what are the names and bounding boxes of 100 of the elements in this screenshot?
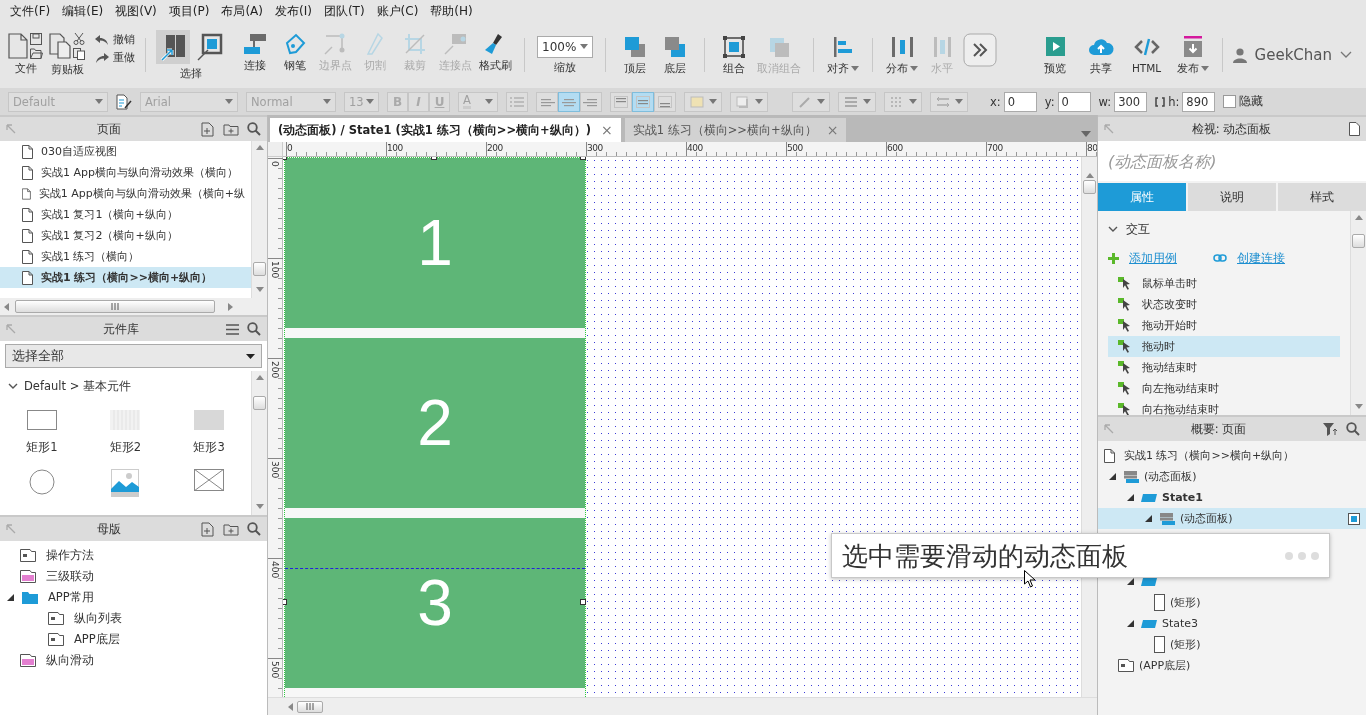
add-folder-icon[interactable] <box>223 522 239 536</box>
add-page-icon[interactable] <box>201 521 215 537</box>
image-icon[interactable] <box>111 469 140 497</box>
clipboard-button[interactable]: 剪贴板 <box>47 31 87 79</box>
scrollbar-thumb[interactable] <box>253 396 266 410</box>
rectangle-icon[interactable] <box>26 410 57 430</box>
expanded-triangle-icon[interactable] <box>6 594 14 601</box>
vertical-align-button[interactable] <box>654 91 676 112</box>
menu-icon[interactable] <box>226 323 239 335</box>
event-item[interactable]: 状态改变时 <box>1108 294 1340 315</box>
front-button[interactable]: 顶层 <box>616 32 654 78</box>
back-button[interactable]: 底层 <box>656 32 694 78</box>
event-item[interactable]: 拖动时 <box>1108 336 1340 357</box>
selected-row[interactable]: (动态面板) <box>1098 508 1366 529</box>
master-item[interactable]: 三级联动 <box>46 569 94 584</box>
menu-item[interactable]: 布局(A) <box>215 2 269 20</box>
inspector-tab[interactable]: 说明 <box>1188 183 1276 211</box>
filter-icon[interactable] <box>1323 422 1338 436</box>
page-item[interactable]: 实战1 App横向与纵向滑动效果（横向） <box>0 162 251 183</box>
scroll-down-icon[interactable] <box>255 287 264 292</box>
scroll-right-icon[interactable] <box>228 302 233 311</box>
page-item[interactable]: 实战1 练习（横向>>横向+纵向） <box>0 267 251 288</box>
scroll-down-icon[interactable] <box>1354 404 1363 409</box>
page-item[interactable]: 实战1 练习（横向） <box>0 246 251 267</box>
page-item[interactable]: 030自适应视图 <box>0 141 251 162</box>
collapse-icon[interactable] <box>1104 424 1114 434</box>
library-dropdown[interactable]: 选择全部 <box>5 344 262 368</box>
add-page-icon[interactable] <box>201 121 215 137</box>
circle-icon[interactable] <box>28 469 55 495</box>
user-menu[interactable]: GeekChan <box>1232 46 1360 64</box>
share-button[interactable]: 共享 <box>1081 32 1120 78</box>
close-button[interactable]: × <box>601 122 613 138</box>
scrollbar-thumb[interactable] <box>1083 180 1096 194</box>
undo-button[interactable]: 撤销 <box>95 33 135 47</box>
arrow-style-dropdown[interactable] <box>930 91 968 112</box>
line-color-dropdown[interactable] <box>792 91 830 112</box>
chevron-down-icon[interactable] <box>1108 225 1118 233</box>
name-field[interactable]: (动态面板名称) <box>1098 141 1366 181</box>
page-item[interactable]: 实战1 App横向与纵向滑动效果（横向+纵 <box>0 183 251 204</box>
outline-item[interactable]: State1 <box>1162 491 1203 504</box>
number-field[interactable]: 0 <box>1057 91 1091 112</box>
line-style-dropdown[interactable] <box>884 91 922 112</box>
text-align-button[interactable] <box>536 91 558 112</box>
checkbox[interactable] <box>1223 95 1237 108</box>
select-mode-button[interactable] <box>156 29 190 64</box>
scrollbar-thumb[interactable] <box>15 300 215 313</box>
resize-handle[interactable] <box>580 599 586 605</box>
outline-item[interactable]: (动态面板) <box>1180 511 1233 526</box>
scroll-down-icon[interactable] <box>255 504 264 509</box>
connect-button[interactable]: 连接 <box>236 29 274 75</box>
brush-button[interactable]: 格式刷 <box>476 29 514 75</box>
event-item[interactable]: 鼠标单击时 <box>1108 273 1340 294</box>
search-icon[interactable] <box>247 122 261 136</box>
menu-item[interactable]: 帮助(H) <box>424 2 479 20</box>
line-width-dropdown[interactable] <box>838 91 876 112</box>
document-tab[interactable]: 实战1 练习（横向>>横向+纵向） × <box>624 118 847 142</box>
add-folder-icon[interactable] <box>223 122 239 136</box>
page-item[interactable]: 实战1 复习1（横向+纵向） <box>0 204 251 225</box>
placeholder-icon[interactable] <box>194 469 225 491</box>
shadow-dropdown[interactable] <box>730 91 768 112</box>
chevron-down-icon[interactable] <box>8 383 18 390</box>
number-field[interactable]: 890 <box>1182 91 1216 112</box>
redo-button[interactable]: 重做 <box>95 51 135 65</box>
group-button[interactable]: 组合 <box>715 32 753 78</box>
collapse-icon[interactable] <box>6 524 16 534</box>
search-icon[interactable] <box>1346 422 1360 436</box>
search-icon[interactable] <box>247 522 261 536</box>
expanded-triangle-icon[interactable] <box>1126 494 1134 501</box>
collapse-icon[interactable] <box>1104 124 1114 134</box>
outline-item[interactable]: (APP底层) <box>1139 658 1191 673</box>
zoom-dropdown[interactable]: 100% <box>537 35 593 58</box>
vertical-align-button[interactable] <box>632 91 654 112</box>
scroll-left-icon[interactable] <box>4 302 9 311</box>
event-item[interactable]: 拖动结束时 <box>1108 357 1340 378</box>
page-icon[interactable] <box>1349 122 1360 136</box>
master-item[interactable]: 纵向列表 <box>74 611 122 626</box>
scrollbar-thumb[interactable] <box>253 262 266 276</box>
expanded-triangle-icon[interactable] <box>1126 620 1134 627</box>
search-icon[interactable] <box>247 322 261 336</box>
distribute-button[interactable]: 分布 <box>883 32 921 78</box>
align-button[interactable]: 对齐 <box>824 32 862 78</box>
master-item[interactable]: 操作方法 <box>46 548 94 563</box>
outline-item[interactable]: 实战1 练习（横向>>横向+纵向） <box>1124 448 1295 463</box>
master-item[interactable]: APP常用 <box>48 590 94 605</box>
caret-icon[interactable] <box>1081 131 1091 137</box>
visibility-toggle-icon[interactable] <box>1348 512 1360 525</box>
scroll-up-icon[interactable] <box>255 145 264 150</box>
outline-item[interactable]: (动态面板) <box>1144 469 1197 484</box>
section-title[interactable]: 交互 <box>1126 221 1150 237</box>
menu-item[interactable]: 编辑(E) <box>56 2 110 20</box>
master-item[interactable]: 纵向滑动 <box>46 653 94 668</box>
outline-item[interactable]: State3 <box>1162 617 1199 630</box>
event-item[interactable]: 向左拖动结束时 <box>1108 378 1340 399</box>
style-editor-icon[interactable] <box>116 93 132 110</box>
fill-color-dropdown[interactable] <box>684 91 722 112</box>
menu-item[interactable]: 账户(C) <box>370 2 425 20</box>
file-button[interactable]: 文件 <box>6 31 45 78</box>
number-field[interactable]: 0 <box>1003 91 1037 112</box>
event-item[interactable]: 向右拖动结束时 <box>1108 399 1340 415</box>
scroll-up-icon[interactable] <box>1085 173 1094 178</box>
